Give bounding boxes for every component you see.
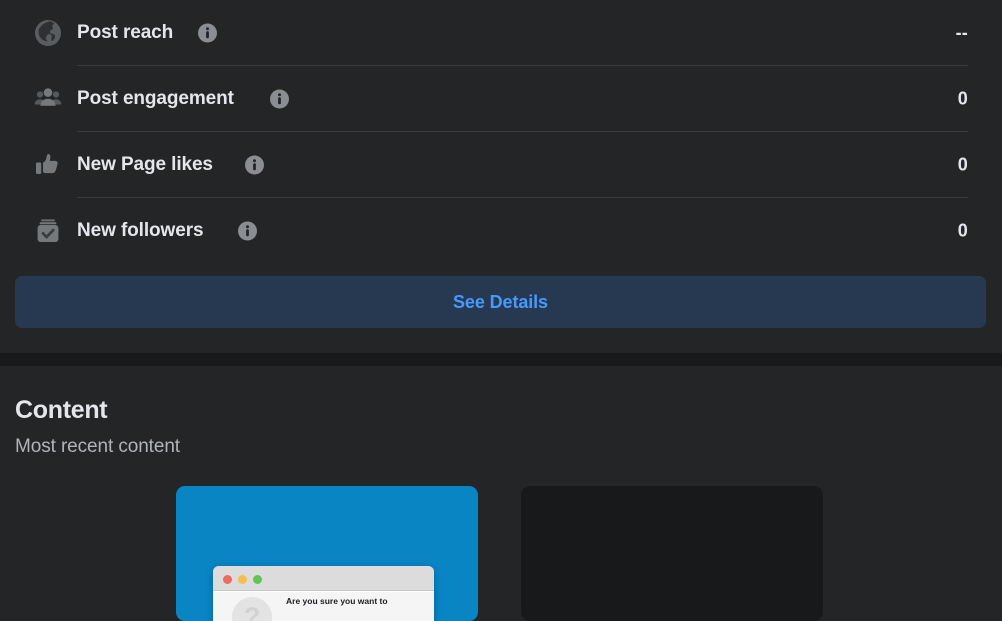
close-icon bbox=[223, 575, 232, 584]
globe-icon bbox=[31, 16, 65, 50]
followers-icon bbox=[31, 214, 65, 248]
metric-value: 0 bbox=[957, 220, 968, 241]
metric-label: New Page likes bbox=[77, 154, 213, 175]
metric-value: 0 bbox=[957, 88, 968, 109]
content-panel: Content Most recent content ? Are you su… bbox=[0, 366, 1002, 621]
metric-value: -- bbox=[955, 22, 968, 43]
dialog-titlebar bbox=[213, 566, 434, 591]
content-card-placeholder[interactable] bbox=[521, 486, 823, 621]
info-icon[interactable] bbox=[198, 23, 217, 43]
info-icon[interactable] bbox=[238, 221, 257, 241]
page-insights-panel: Post reach -- Post engagement 0 New Page… bbox=[0, 0, 1002, 353]
dialog-body: ? Are you sure you want to bbox=[213, 592, 434, 621]
content-section-subtitle: Most recent content bbox=[15, 436, 180, 457]
metric-row: Post reach -- bbox=[0, 0, 1002, 66]
metric-row: New followers 0 bbox=[0, 198, 1002, 264]
maximize-icon bbox=[253, 575, 262, 584]
metric-value: 0 bbox=[957, 154, 968, 175]
minimize-icon bbox=[238, 575, 247, 584]
dialog-message: Are you sure you want to bbox=[286, 596, 388, 606]
thumbs-up-icon bbox=[31, 148, 65, 182]
metric-row: Post engagement 0 bbox=[0, 66, 1002, 132]
section-separator bbox=[0, 353, 1002, 366]
content-card-screenshot[interactable]: ? Are you sure you want to bbox=[176, 486, 478, 621]
question-mark-icon: ? bbox=[232, 597, 272, 621]
metric-row: New Page likes 0 bbox=[0, 132, 1002, 198]
people-icon bbox=[31, 82, 65, 116]
metric-label: Post reach bbox=[77, 22, 174, 43]
info-icon[interactable] bbox=[270, 89, 289, 109]
metric-label: New followers bbox=[77, 220, 204, 241]
content-card-rail: ? Are you sure you want to bbox=[0, 486, 1002, 621]
content-section-title: Content bbox=[15, 396, 108, 424]
info-icon[interactable] bbox=[245, 155, 264, 175]
metric-label: Post engagement bbox=[77, 88, 234, 109]
dialog-mockup: ? Are you sure you want to bbox=[213, 566, 434, 621]
see-details-button[interactable]: See Details bbox=[15, 276, 986, 328]
